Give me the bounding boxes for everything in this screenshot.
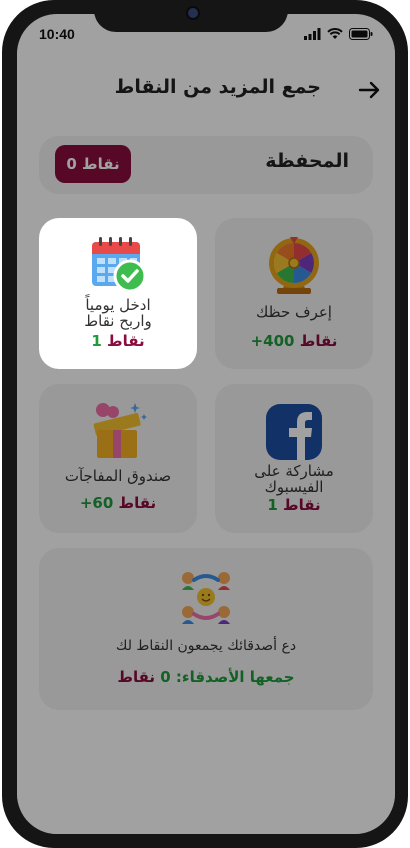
camera-icon bbox=[186, 6, 200, 20]
calendar-check-icon bbox=[92, 237, 147, 292]
invite-collected: جمعها الأصدقاء: 0 نقاط bbox=[39, 668, 373, 686]
wheel-points-unit: نقاط bbox=[299, 332, 338, 350]
daily-login-card[interactable]: ادخل يومياً واربح نقاط 1 نقاط bbox=[39, 218, 197, 369]
phone-frame: 10:40 جمع المزيد من النقاط المحفظة 0 نقا… bbox=[2, 0, 408, 848]
app-screen: 10:40 جمع المزيد من النقاط المحفظة 0 نقا… bbox=[17, 14, 395, 834]
invite-collected-label: جمعها الأصدقاء: bbox=[175, 668, 295, 686]
gift-points-unit: نقاط bbox=[118, 494, 157, 512]
status-time: 10:40 bbox=[39, 26, 75, 42]
wheel-title: إعرف حظك bbox=[256, 303, 332, 321]
wallet-points-badge[interactable]: 0 نقاط bbox=[55, 145, 131, 183]
gift-points: +60 نقاط bbox=[39, 494, 197, 512]
wallet-bar: المحفظة 0 نقاط bbox=[39, 136, 373, 194]
facebook-points: 1 نقاط bbox=[215, 496, 373, 514]
back-arrow-icon[interactable] bbox=[357, 78, 381, 102]
invite-collected-value: 0 bbox=[160, 668, 171, 686]
page-title: جمع المزيد من النقاط bbox=[114, 76, 321, 98]
facebook-title-line1: مشاركة على bbox=[254, 462, 334, 480]
wheel-points-value: +400 bbox=[250, 332, 295, 350]
gift-points-value: +60 bbox=[79, 494, 114, 512]
signal-icon bbox=[304, 28, 321, 40]
daily-title-line1: ادخل يومياً bbox=[85, 296, 151, 314]
invite-collected-unit: نقاط bbox=[117, 668, 156, 686]
battery-icon bbox=[349, 28, 373, 40]
wallet-label: المحفظة bbox=[265, 150, 349, 172]
facebook-icon bbox=[266, 404, 322, 460]
wifi-icon bbox=[327, 28, 343, 39]
facebook-points-value: 1 bbox=[267, 496, 278, 514]
fortune-wheel-icon bbox=[269, 237, 319, 294]
daily-points-unit: نقاط bbox=[107, 332, 145, 350]
gift-box-icon bbox=[93, 403, 147, 458]
lucky-wheel-card[interactable]: إعرف حظك +400 نقاط bbox=[215, 218, 373, 369]
invite-friends-card[interactable]: دع أصدقائك يجمعون النقاط لك جمعها الأصدق… bbox=[39, 548, 373, 710]
facebook-title-line2: الفيسبوك bbox=[264, 478, 324, 496]
surprise-box-card[interactable]: صندوق المفاجآت +60 نقاط bbox=[39, 384, 197, 533]
gift-title: صندوق المفاجآت bbox=[64, 467, 172, 485]
daily-points: 1 نقاط bbox=[39, 332, 197, 350]
notch bbox=[94, 0, 288, 32]
status-icons bbox=[304, 28, 373, 40]
daily-points-value: 1 bbox=[91, 332, 102, 350]
invite-text: دع أصدقائك يجمعون النقاط لك bbox=[115, 638, 297, 654]
header: جمع المزيد من النقاط bbox=[17, 72, 395, 108]
friends-group-icon bbox=[182, 572, 230, 624]
facebook-share-card[interactable]: مشاركة على الفيسبوك 1 نقاط bbox=[215, 384, 373, 533]
wheel-points: +400 نقاط bbox=[215, 332, 373, 350]
daily-title-line2: واربح نقاط bbox=[84, 312, 152, 330]
facebook-points-unit: نقاط bbox=[283, 496, 321, 514]
